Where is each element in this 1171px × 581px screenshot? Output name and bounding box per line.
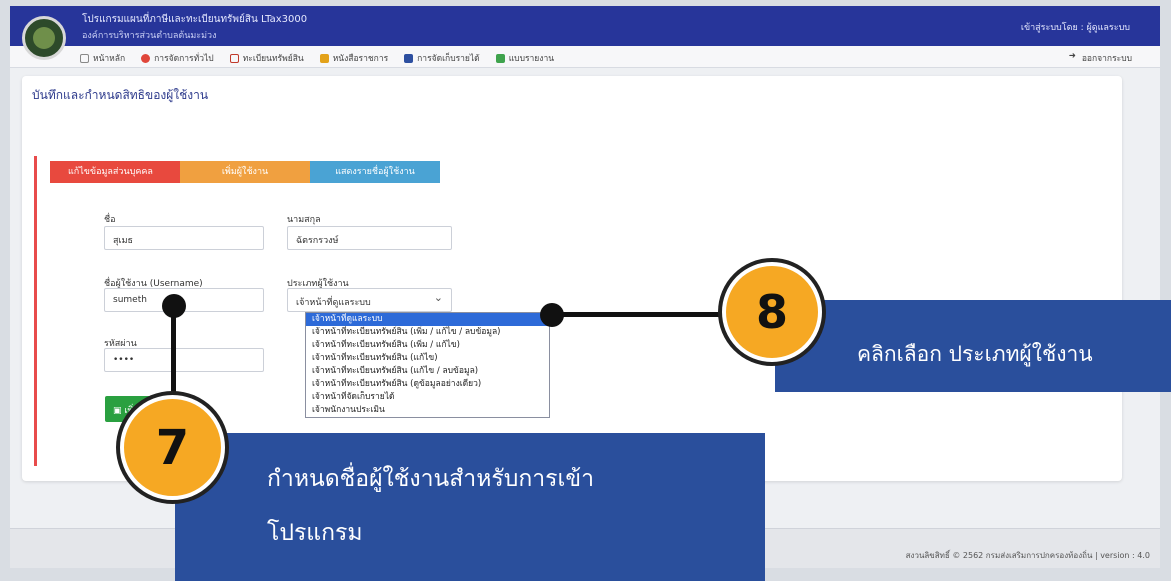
save-icon: ▣	[113, 406, 125, 416]
gear-icon	[141, 53, 151, 63]
app-title: โปรแกรมแผนที่ภาษีและทะเบียนทรัพย์สิน LTa…	[82, 14, 308, 25]
tab-edit-personal[interactable]: แก้ไขข้อมูลส่วนบุคคล	[50, 161, 180, 183]
org-logo	[22, 16, 66, 60]
first-name-field[interactable]: สุเมธ	[104, 226, 264, 250]
org-name: องค์การบริหารส่วนตำบลต้นมะม่วง	[82, 31, 217, 41]
last-name-label: นามสกุล	[287, 215, 321, 225]
step8-badge: 8	[722, 262, 822, 362]
step7-text-line2: โปรแกรม	[267, 520, 363, 546]
step8-text: คลิกเลือก ประเภทผู้ใช้งาน	[857, 342, 1093, 366]
menu-item-home[interactable]: หน้าหลัก	[80, 51, 125, 65]
dropdown-option[interactable]: เจ้าหน้าที่จัดเก็บรายได้	[306, 391, 549, 404]
home-icon	[80, 53, 89, 63]
step8-callout: คลิกเลือก ประเภทผู้ใช้งาน	[775, 300, 1171, 392]
step7-callout: กำหนดชื่อผู้ใช้งานสำหรับการเข้า โปรแกรม	[175, 433, 765, 581]
logout-icon: ➜	[1068, 51, 1076, 61]
step7-badge: 7	[120, 395, 225, 500]
user-type-dropdown: เจ้าหน้าที่ดูแลระบบ เจ้าหน้าที่ทะเบียนทร…	[305, 312, 550, 418]
dropdown-option[interactable]: เจ้าหน้าที่ทะเบียนทรัพย์สิน (เพิ่ม / แก้…	[306, 339, 549, 352]
first-name-label: ชื่อ	[104, 215, 116, 225]
calculator-icon	[404, 53, 414, 63]
map-icon	[229, 53, 239, 63]
document-icon	[319, 53, 329, 63]
step7-text-line1: กำหนดชื่อผู้ใช้งานสำหรับการเข้า	[267, 466, 595, 492]
copyright-text: สงวนลิขสิทธิ์ © 2562 กรมส่งเสริมการปกครอ…	[905, 551, 1150, 560]
step8-connector	[545, 312, 725, 317]
dropdown-option[interactable]: เจ้าหน้าที่ทะเบียนทรัพย์สิน (ดูข้อมูลอย่…	[306, 378, 549, 391]
menu-item-documents[interactable]: หนังสือราชการ	[319, 51, 388, 65]
dropdown-option[interactable]: เจ้าหน้าที่ทะเบียนทรัพย์สิน (เพิ่ม / แก้…	[306, 326, 549, 339]
step7-pointer-dot	[162, 294, 186, 318]
menu-item-reports[interactable]: แบบรายงาน	[495, 51, 554, 65]
login-user[interactable]: เข้าสู่ระบบโดย : ผู้ดูแลระบบ	[1021, 20, 1130, 34]
dropdown-option[interactable]: เจ้าพนักงานประเมิน	[306, 404, 549, 417]
form-tabs: แก้ไขข้อมูลส่วนบุคคล เพิ่มผู้ใช้งาน แสดง…	[50, 161, 440, 183]
user-type-select[interactable]: เจ้าหน้าที่ดูแลระบบ	[287, 288, 452, 312]
page-title: บันทึกและกำหนดสิทธิของผู้ใช้งาน	[32, 88, 209, 102]
step8-pointer-dot	[540, 303, 564, 327]
tab-add-user[interactable]: เพิ่มผู้ใช้งาน	[180, 161, 310, 183]
dropdown-option[interactable]: เจ้าหน้าที่ดูแลระบบ	[306, 313, 549, 326]
dropdown-option[interactable]: เจ้าหน้าที่ทะเบียนทรัพย์สิน (แก้ไข / ลบข…	[306, 365, 549, 378]
menu-item-property[interactable]: ทะเบียนทรัพย์สิน	[229, 51, 304, 65]
last-name-field[interactable]: ฉัตรกรวงษ์	[287, 226, 452, 250]
dropdown-option[interactable]: เจ้าหน้าที่ทะเบียนทรัพย์สิน (แก้ไข)	[306, 352, 549, 365]
menu-item-revenue[interactable]: การจัดเก็บรายได้	[404, 51, 480, 65]
tab-list-users[interactable]: แสดงรายชื่อผู้ใช้งาน	[310, 161, 440, 183]
table-icon	[495, 53, 505, 63]
password-field[interactable]: ••••	[104, 348, 264, 372]
logout-link[interactable]: ➜ ออกจากระบบ	[1069, 51, 1132, 65]
main-menu: หน้าหลัก การจัดการทั่วไป ทะเบียนทรัพย์สิ…	[10, 46, 1160, 68]
top-header: โปรแกรมแผนที่ภาษีและทะเบียนทรัพย์สิน LTa…	[10, 6, 1160, 46]
menu-item-general[interactable]: การจัดการทั่วไป	[141, 51, 214, 65]
